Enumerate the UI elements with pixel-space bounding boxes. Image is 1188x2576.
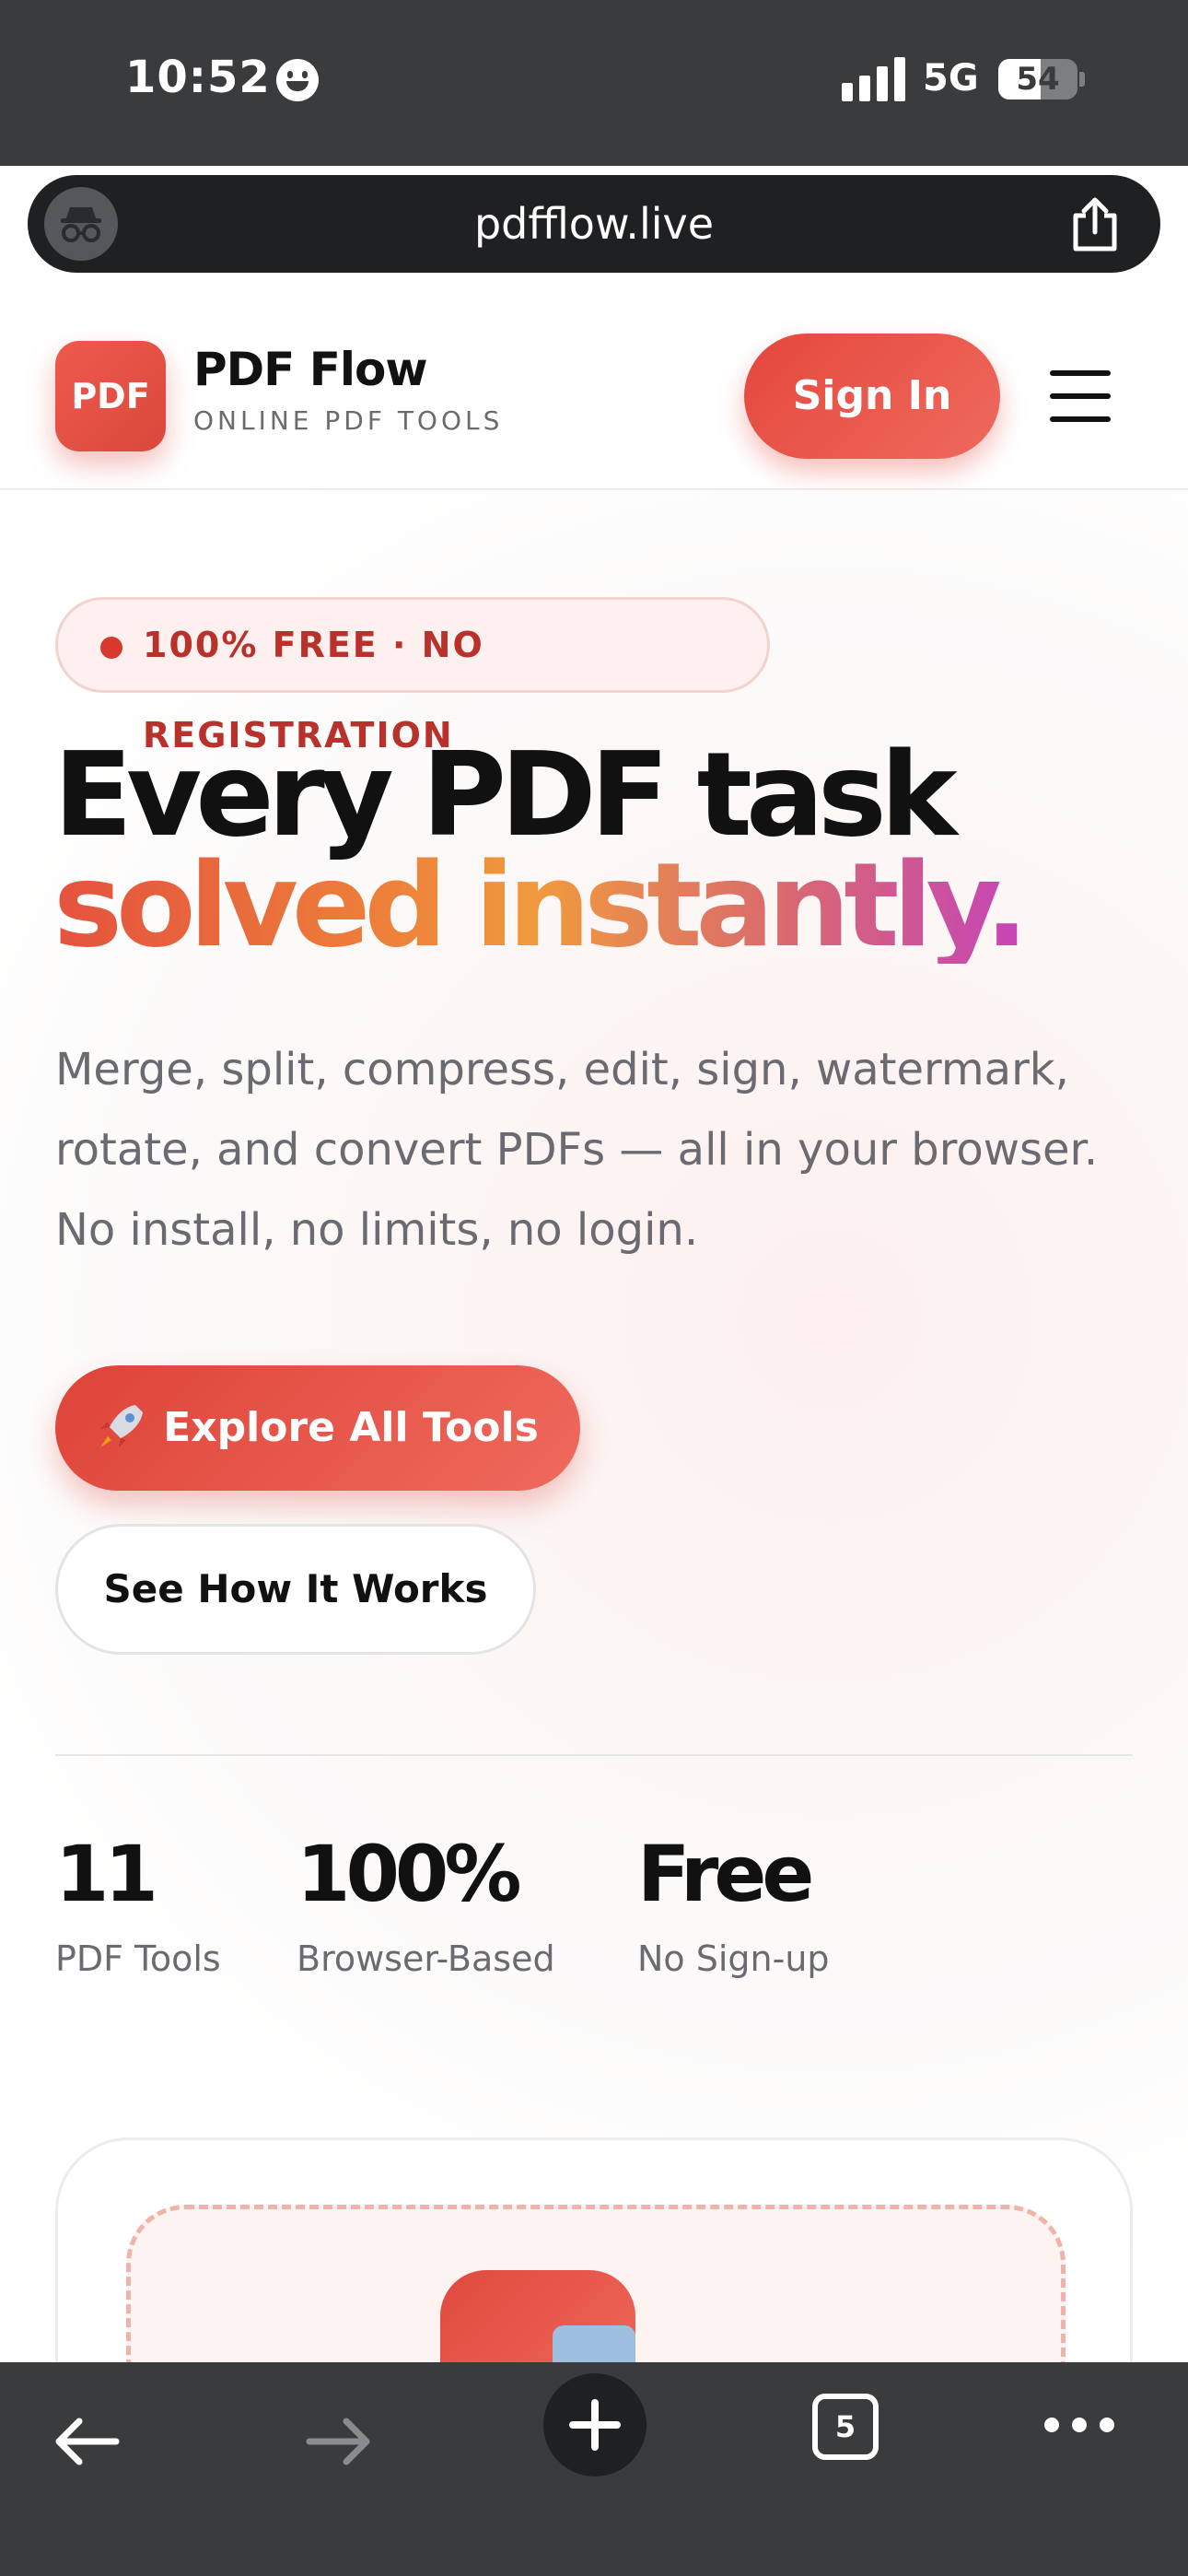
battery-percent: 54	[1016, 61, 1060, 98]
more-icon[interactable]	[1044, 2418, 1114, 2432]
cellular-signal-icon	[842, 57, 906, 101]
share-icon[interactable]	[1068, 197, 1122, 258]
brand-tagline: ONLINE PDF TOOLS	[193, 405, 504, 436]
forward-arrow-icon[interactable]	[304, 2414, 374, 2473]
smiley-face-icon	[276, 59, 319, 101]
stat-free: Free No Sign-up	[637, 1835, 830, 1979]
stat-label: Browser-Based	[297, 1938, 555, 1979]
stat-value: 11	[55, 1829, 158, 1919]
stats-divider	[55, 1754, 1133, 1756]
headline-line-1: Every PDF task	[53, 727, 958, 862]
stat-label: PDF Tools	[55, 1938, 221, 1979]
pdf-logo-icon[interactable]: PDF	[55, 341, 166, 451]
address-bar[interactable]: pdfflow.live	[28, 175, 1160, 273]
explore-all-tools-button[interactable]: Explore All Tools	[55, 1365, 580, 1491]
brand-name[interactable]: PDF Flow	[193, 343, 428, 396]
status-bar: 10:52 5G 54 pdfflow.live	[0, 0, 1188, 273]
sign-in-button[interactable]: Sign In	[744, 334, 1000, 459]
tabs-icon[interactable]: 5	[812, 2394, 879, 2460]
hero-section: 100% FREE · NO REGISTRATION Every PDF ta…	[0, 490, 1188, 2573]
see-how-it-works-button[interactable]: See How It Works	[55, 1524, 536, 1655]
hamburger-menu-icon[interactable]	[1050, 370, 1111, 422]
stat-value: Free	[637, 1829, 814, 1919]
status-time: 10:52	[125, 52, 271, 103]
battery-nub	[1079, 72, 1085, 87]
url-text[interactable]: pdfflow.live	[28, 175, 1160, 273]
badge-dot-icon	[100, 637, 122, 659]
stat-value: 100%	[297, 1829, 522, 1919]
stat-browser-based: 100% Browser-Based	[297, 1835, 555, 1979]
battery-icon: 54	[998, 59, 1077, 100]
network-type: 5G	[923, 57, 979, 100]
stat-label: No Sign-up	[637, 1938, 830, 1979]
browser-toolbar: 5	[0, 2362, 1188, 2576]
stat-pdf-tools: 11 PDF Tools	[55, 1835, 221, 1979]
headline-line-2: solved instantly.	[53, 837, 1029, 973]
explore-all-tools-label: Explore All Tools	[163, 1404, 539, 1451]
new-tab-plus-icon[interactable]	[543, 2373, 646, 2476]
rocket-icon	[100, 1405, 144, 1447]
hero-description: Merge, split, compress, edit, sign, wate…	[55, 1044, 1099, 1256]
site-header: PDF PDF Flow ONLINE PDF TOOLS Sign In	[0, 302, 1188, 490]
back-arrow-icon[interactable]	[52, 2414, 122, 2473]
free-badge: 100% FREE · NO REGISTRATION	[55, 597, 770, 755]
